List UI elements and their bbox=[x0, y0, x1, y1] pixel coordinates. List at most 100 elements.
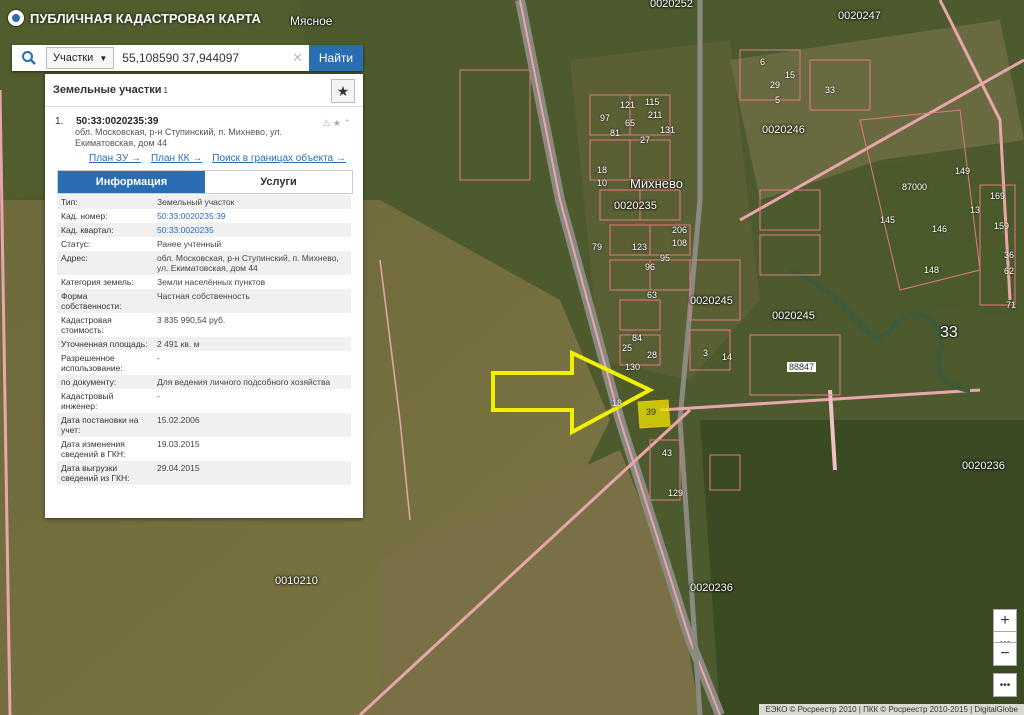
star-icon: ★ bbox=[336, 82, 350, 99]
zoom-in-button[interactable]: + bbox=[993, 609, 1017, 633]
parcel-number: 115 bbox=[645, 97, 660, 107]
parcel-number: 97 bbox=[600, 113, 611, 123]
quarter-label: 0020236 bbox=[962, 460, 1005, 472]
info-row: Кадастровая стоимость: 3 835 990,54 руб. bbox=[57, 313, 351, 337]
parcel-number: 123 bbox=[632, 242, 648, 252]
parcel-number: 29 bbox=[770, 80, 781, 90]
info-tabs: Информация Услуги bbox=[57, 170, 353, 194]
result-address-line: обл. Московская, р-н Ступинский, п. Михн… bbox=[75, 127, 283, 137]
parcel-number: 28 bbox=[647, 350, 658, 360]
info-key: по документу: bbox=[57, 375, 153, 389]
result-item[interactable]: 1. 50:33:0020235:39 ⚠ ★ ⌃ обл. Московска… bbox=[55, 116, 355, 164]
parcel-number: 36 bbox=[1004, 250, 1015, 260]
info-row: Категория земель: Земли населённых пункто… bbox=[57, 275, 351, 289]
app-title: ПУБЛИЧНАЯ КАДАСТРОВАЯ КАРТА bbox=[30, 10, 261, 26]
info-key: Адрес: bbox=[57, 251, 153, 275]
parcel-number: 148 bbox=[924, 265, 940, 275]
info-row: Форма собственности: Частная собственност… bbox=[57, 289, 351, 313]
parcel-number: 10 bbox=[597, 178, 608, 188]
info-row: Дата постановки на учет: 15.02.2006 bbox=[57, 413, 351, 437]
parcel-number: 159 bbox=[994, 221, 1010, 231]
results-panel: Земельные участки 1 ★ 1. 50:33:0020235:3… bbox=[45, 74, 363, 518]
layers-button[interactable]: ••• bbox=[993, 673, 1017, 697]
parcel-number: 15 bbox=[785, 70, 796, 80]
zoom-in-icon: + bbox=[1000, 612, 1010, 629]
favorite-button[interactable]: ★ bbox=[331, 79, 355, 103]
parcel-number: 145 bbox=[880, 215, 896, 225]
find-button[interactable]: Найти bbox=[309, 45, 363, 71]
parcel-number: 121 bbox=[620, 100, 636, 110]
info-key: Категория земель: bbox=[61, 277, 134, 287]
zoom-out-icon: − bbox=[1000, 645, 1010, 662]
info-value: 19.03.2015 bbox=[157, 439, 200, 449]
search-in-bounds-link[interactable]: Поиск в границах объекта → bbox=[212, 153, 346, 164]
parcel-number: 63 bbox=[647, 290, 658, 300]
result-tools[interactable]: ⚠ ★ ⌃ bbox=[322, 118, 351, 129]
parcel-number: 146 bbox=[932, 224, 948, 234]
search-bar: Участки ▼ ✕ Найти bbox=[12, 45, 363, 71]
info-row: Уточненная площадь: 2 491 кв. м bbox=[57, 337, 351, 351]
parcel-number: 13 bbox=[970, 205, 981, 215]
result-index: 1. bbox=[55, 116, 64, 127]
quarter-label: 0020235 bbox=[614, 200, 657, 212]
info-row: Статус: Ранее учтенный bbox=[57, 237, 351, 251]
parcel-number: 130 bbox=[625, 362, 641, 372]
info-value: 15.02.2006 bbox=[153, 413, 351, 437]
search-input[interactable] bbox=[114, 46, 287, 70]
search-type-select[interactable]: Участки ▼ bbox=[46, 47, 115, 69]
parcel-number: 18 bbox=[597, 165, 608, 175]
info-table: Тип: Земельный участок Кад. номер: 50:33:00… bbox=[57, 195, 351, 485]
parcel-number: 27 bbox=[640, 135, 651, 145]
info-key: Кад. квартал: bbox=[57, 223, 153, 237]
result-cad-number[interactable]: 50:33:0020235:39 bbox=[76, 116, 158, 127]
info-value: Частная собственность bbox=[153, 289, 351, 313]
info-row: по документу: Для ведения личного подсобн… bbox=[57, 375, 351, 389]
zoom-out-button[interactable]: − bbox=[993, 642, 1017, 666]
plan-kk-link[interactable]: План КК → bbox=[151, 153, 202, 164]
parcel-number: 71 bbox=[1006, 300, 1017, 310]
close-icon[interactable]: ✕ bbox=[286, 50, 309, 66]
logo-icon bbox=[8, 10, 24, 26]
info-value[interactable]: 50:33:0020235:39 bbox=[153, 209, 351, 223]
parcel-number: 96 bbox=[645, 262, 656, 272]
info-row: Кад. номер: 50:33:0020235:39 bbox=[57, 209, 351, 223]
parcel-number: 131 bbox=[660, 125, 676, 135]
result-address-line: Екиматовская, дом 44 bbox=[75, 138, 168, 148]
panel-title: Земельные участки bbox=[53, 84, 162, 96]
map-attribution: ЕЭКО © Росреестр 2010 | ПКК © Росреестр … bbox=[759, 704, 1024, 715]
parcel-number: 84 bbox=[632, 333, 643, 343]
info-value[interactable]: 50:33:0020235 bbox=[153, 223, 351, 237]
app-header: ПУБЛИЧНАЯ КАДАСТРОВАЯ КАРТА bbox=[8, 10, 261, 26]
parcel-number: 95 bbox=[660, 253, 671, 263]
info-row: Адрес: обл. Московская, р-н Ступинский, п… bbox=[57, 251, 351, 275]
parcel-number: 43 bbox=[662, 448, 673, 458]
result-count: 1 bbox=[163, 85, 168, 95]
plan-zu-link[interactable]: План ЗУ → bbox=[89, 153, 141, 164]
info-value: - bbox=[157, 353, 160, 363]
more-icon: ••• bbox=[999, 679, 1011, 691]
parcel-number: 211 bbox=[648, 110, 663, 120]
info-row: Тип: Земельный участок bbox=[57, 195, 351, 209]
tab-information[interactable]: Информация bbox=[58, 171, 205, 193]
parcel-number: 18 bbox=[612, 398, 623, 408]
parcel-number: 108 bbox=[672, 238, 688, 248]
search-icon[interactable] bbox=[12, 45, 46, 71]
quarter-label: 0020247 bbox=[838, 10, 881, 22]
info-key: Форма собственности: bbox=[57, 289, 153, 313]
info-key: Уточненная площадь: bbox=[57, 337, 153, 351]
parcel-number: 3 bbox=[703, 348, 709, 358]
parcel-number: 33 bbox=[825, 85, 836, 95]
tab-services[interactable]: Услуги bbox=[205, 171, 352, 193]
parcel-number: 88847 bbox=[787, 362, 817, 372]
info-row: Дата выгрузки сведений из ГКН: 29.04.2015 bbox=[57, 461, 351, 485]
place-label: Мясное bbox=[290, 14, 333, 28]
parcel-number: 62 bbox=[1004, 266, 1015, 276]
info-row: Кадастровый инженер: - bbox=[57, 389, 351, 413]
parcel-number: 81 bbox=[610, 128, 621, 138]
info-value: обл. Московская, р-н Ступинский, п. Михн… bbox=[153, 251, 351, 275]
info-value: Земли населённых пунктов bbox=[157, 277, 266, 287]
parcel-number: 87000 bbox=[902, 182, 928, 192]
parcel-number: 5 bbox=[775, 95, 781, 105]
parcel-number: 14 bbox=[722, 352, 733, 362]
info-key: Тип: bbox=[57, 195, 153, 209]
